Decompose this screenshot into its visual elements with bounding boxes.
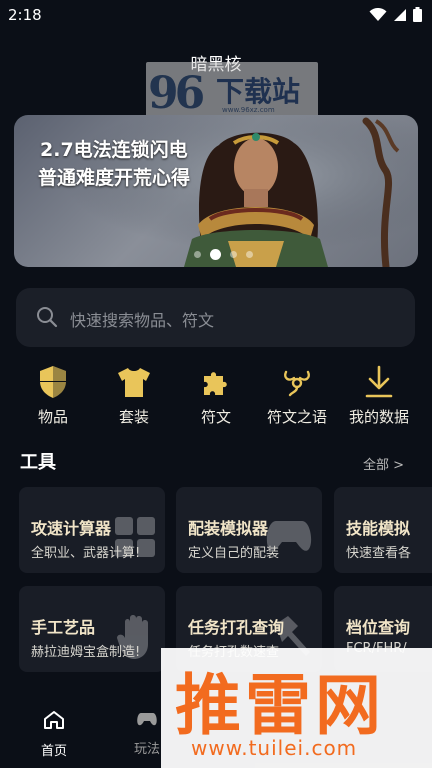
tool-card-title: 攻速计算器 <box>31 519 112 538</box>
tools-view-all-link[interactable]: 全部 > <box>363 454 404 473</box>
wifi-icon <box>369 7 387 21</box>
watermark-main-text: 推雷网 <box>175 667 385 744</box>
category-runes[interactable]: 符文 <box>175 362 257 427</box>
home-icon <box>44 711 64 729</box>
watermark-url: www.96xz.com <box>222 106 275 114</box>
category-my-data[interactable]: 我的数据 <box>338 362 420 427</box>
carousel-dot-active[interactable] <box>210 249 221 260</box>
watermark-text: 下载站 <box>216 75 301 108</box>
banner-headline-line2: 普通难度开荒心得 <box>38 167 191 189</box>
tool-card-build-simulator[interactable]: 配装模拟器 定义自己的配装 <box>176 487 322 573</box>
category-items[interactable]: 物品 <box>12 362 94 427</box>
battery-icon <box>413 7 422 22</box>
tool-card-desc: 定义自己的配装 <box>188 546 280 561</box>
rune-icon <box>284 370 310 397</box>
tool-card-title: 配装模拟器 <box>188 519 269 538</box>
category-label: 物品 <box>37 408 68 426</box>
tool-card-desc: 全职业、武器计算! <box>31 546 141 561</box>
tool-card-title: 任务打孔查询 <box>188 618 285 637</box>
category-runewords[interactable]: 符文之语 <box>256 362 338 427</box>
tool-card-crafting[interactable]: 手工艺品 赫拉迪姆宝盒制造! <box>19 586 165 672</box>
category-sets[interactable]: 套装 <box>93 362 175 427</box>
watermark-url: www.tuilei.com <box>191 736 358 760</box>
puzzle-icon <box>204 372 227 395</box>
carousel-dot[interactable] <box>194 251 201 258</box>
tool-card-title: 技能模拟 <box>346 519 411 538</box>
tool-card-title: 档位查询 <box>346 618 411 637</box>
tool-card-title: 手工艺品 <box>31 618 96 637</box>
search-icon <box>37 307 58 328</box>
category-label: 符文 <box>200 408 231 426</box>
tool-card-desc: 快速查看各 <box>346 546 412 561</box>
watermark-number: 96 <box>148 68 205 119</box>
carousel-indicator <box>194 249 253 260</box>
banner-headline-line1: 2.7电法连锁闪电 <box>40 139 188 161</box>
carousel-dot[interactable] <box>230 251 237 258</box>
nav-home-label: 首页 <box>40 744 67 759</box>
gamepad-icon <box>137 713 157 726</box>
banner-carousel[interactable]: 2.7电法连锁闪电 普通难度开荒心得 <box>14 115 418 267</box>
search-input[interactable]: 快速搜索物品、符文 <box>70 307 214 331</box>
category-label: 符文之语 <box>266 408 327 426</box>
download-icon <box>365 365 393 398</box>
search-bar[interactable]: 快速搜索物品、符文 <box>16 288 415 347</box>
tool-card-desc: 赫拉迪姆宝盒制造! <box>31 645 141 660</box>
status-time: 2:18 <box>8 6 42 24</box>
tools-section-title: 工具 <box>20 452 56 473</box>
signal-icon <box>394 8 406 21</box>
category-label: 我的数据 <box>348 408 409 426</box>
tool-card-attack-speed[interactable]: 攻速计算器 全职业、武器计算! <box>19 487 165 573</box>
shirt-icon <box>118 368 150 397</box>
watermark-tuilei: 推雷网 www.tuilei.com <box>161 648 432 768</box>
tool-card-skill-simulator[interactable]: 技能模拟 快速查看各 <box>334 487 432 573</box>
shield-icon <box>40 366 66 398</box>
category-label: 套装 <box>118 408 149 426</box>
status-bar: 2:18 <box>0 0 432 30</box>
status-icons <box>369 7 422 22</box>
nav-home[interactable]: 首页 <box>19 710 89 759</box>
carousel-dot[interactable] <box>246 251 253 258</box>
